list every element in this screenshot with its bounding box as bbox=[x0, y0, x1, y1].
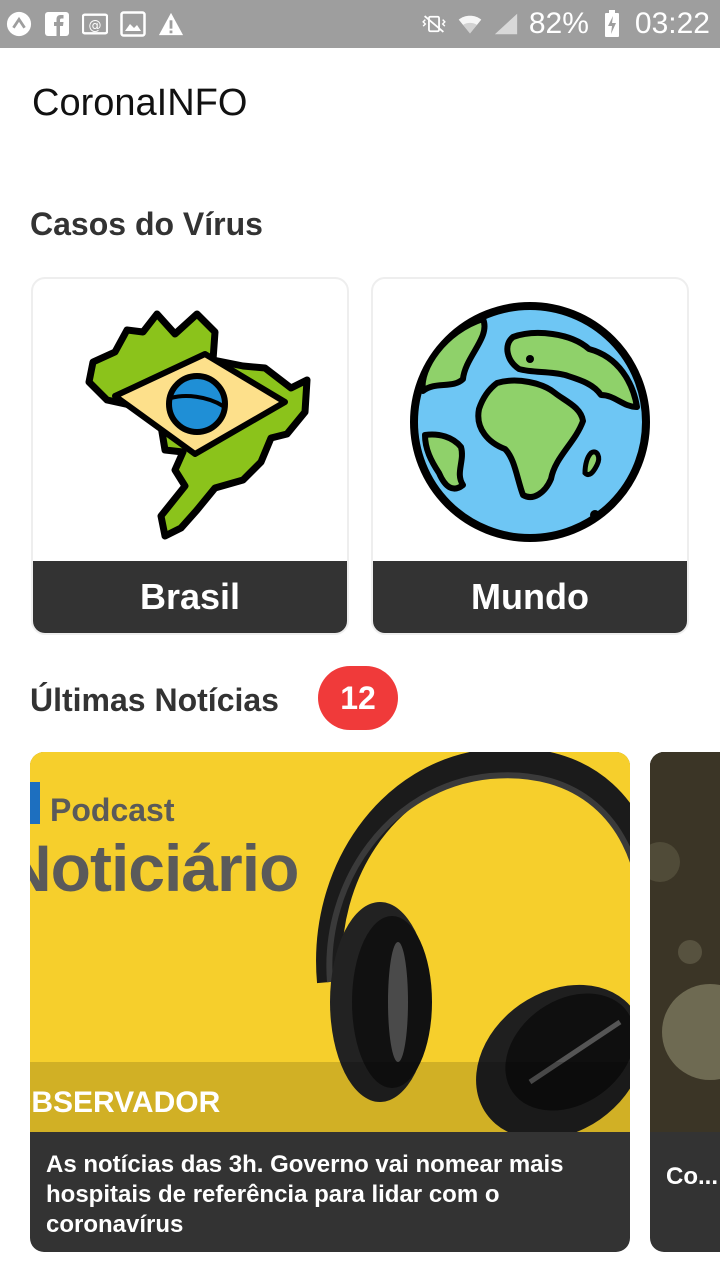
facebook-icon bbox=[44, 11, 70, 37]
email-icon: @ bbox=[82, 11, 108, 37]
wifi-icon bbox=[457, 11, 483, 37]
warning-icon bbox=[158, 11, 184, 37]
news-caption-next: Co... qu... bbox=[666, 1163, 720, 1190]
system-status: 82% 03:22 bbox=[421, 7, 710, 41]
status-bar: @ 82% 03:22 bbox=[0, 0, 720, 48]
news-thumbnail-virus bbox=[650, 752, 720, 1132]
news-caption: As notícias das 3h. Governo vai nomear m… bbox=[46, 1151, 564, 1238]
brazil-map-icon bbox=[33, 279, 347, 565]
brasil-card-label: Brasil bbox=[33, 561, 347, 633]
mundo-card-label: Mundo bbox=[373, 561, 687, 633]
globe-icon bbox=[373, 279, 687, 565]
app-title: CoronaINFO bbox=[32, 82, 248, 124]
podcast-label: Podcast bbox=[50, 792, 175, 828]
brasil-card[interactable]: Brasil bbox=[31, 277, 349, 635]
news-card[interactable]: Podcast Noticiário OBSERVADOR As notícia… bbox=[30, 752, 630, 1252]
mundo-card[interactable]: Mundo bbox=[371, 277, 689, 635]
news-section-title: Últimas Notícias bbox=[30, 682, 279, 718]
notification-icons: @ bbox=[6, 11, 184, 37]
battery-charging-icon bbox=[599, 10, 625, 37]
news-card-next[interactable]: Co... qu... bbox=[650, 752, 720, 1252]
news-thumbnail: Podcast Noticiário OBSERVADOR bbox=[30, 752, 630, 1132]
cases-section-title: Casos do Vírus bbox=[30, 206, 263, 242]
app-notification-icon bbox=[6, 11, 32, 37]
noticiario-label: Noticiário bbox=[30, 831, 299, 905]
news-count-badge: 12 bbox=[318, 666, 398, 730]
observador-label: OBSERVADOR bbox=[30, 1086, 221, 1119]
svg-text:@: @ bbox=[89, 19, 102, 34]
clock: 03:22 bbox=[634, 7, 710, 40]
battery-percentage: 82% bbox=[528, 7, 589, 40]
vibrate-icon bbox=[421, 11, 447, 37]
image-icon bbox=[120, 11, 146, 37]
signal-icon bbox=[493, 11, 519, 37]
